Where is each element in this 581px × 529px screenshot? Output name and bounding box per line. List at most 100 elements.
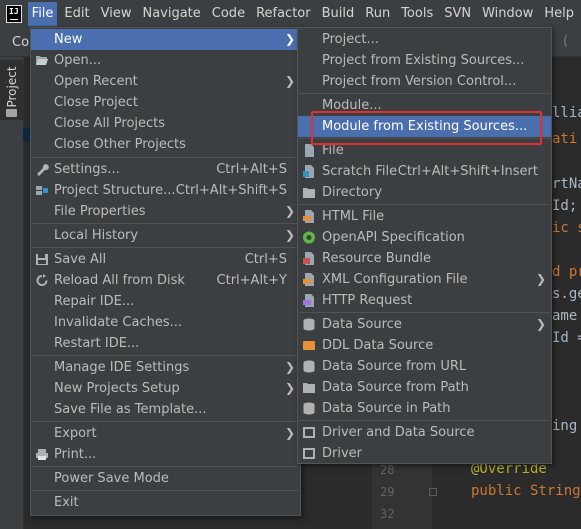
- menu-item-manage-ide-settings[interactable]: Manage IDE Settings ❯: [31, 357, 300, 378]
- menu-item-label: Driver: [322, 446, 363, 461]
- menu-item-close-other-projects[interactable]: Close Other Projects: [31, 134, 300, 155]
- submenu-arrow-icon: ❯: [535, 272, 546, 286]
- code-fragment: Id;: [552, 198, 578, 214]
- menu-item-label: Restart IDE...: [54, 336, 140, 351]
- highlight-box: [311, 111, 542, 145]
- line-number: 32: [380, 507, 395, 521]
- menu-file[interactable]: File: [27, 2, 58, 26]
- shortcut-label: Ctrl+Alt+Shift+Insert: [397, 164, 538, 179]
- menu-item-new[interactable]: New ❯: [31, 29, 300, 50]
- menu-item-close-all-projects[interactable]: Close All Projects: [31, 113, 300, 134]
- menu-separator: [32, 157, 299, 158]
- breadcrumb[interactable]: Co: [12, 35, 29, 50]
- shortcut-label: Ctrl+Alt+Y: [216, 273, 287, 288]
- menu-item-label: Driver and Data Source: [322, 425, 475, 440]
- menu-item-project-structure[interactable]: Project Structure... Ctrl+Alt+Shift+S: [31, 180, 300, 201]
- menu-item-data-source-url[interactable]: Data Source from URL: [298, 356, 551, 377]
- menu-run[interactable]: Run: [361, 2, 394, 26]
- menu-item-save-all[interactable]: Save All Ctrl+S: [31, 249, 300, 270]
- menu-item-save-file-as-template[interactable]: Save File as Template...: [31, 399, 300, 420]
- menu-item-project-from-vcs[interactable]: Project from Version Control...: [298, 71, 551, 92]
- menu-item-data-source[interactable]: Data Source ❯: [298, 314, 551, 335]
- menu-item-close-project[interactable]: Close Project: [31, 92, 300, 113]
- menu-window[interactable]: Window: [478, 2, 537, 26]
- menu-build[interactable]: Build: [318, 2, 359, 26]
- menu-item-data-source-in-path[interactable]: Data Source in Path: [298, 398, 551, 419]
- code-fragment: d pr: [552, 264, 581, 280]
- menu-item-invalidate-caches[interactable]: Invalidate Caches...: [31, 312, 300, 333]
- menu-item-label: Resource Bundle: [322, 251, 432, 266]
- menu-item-new-project[interactable]: Project...: [298, 29, 551, 50]
- menu-item-ddl-data-source[interactable]: DDL Data Source: [298, 335, 551, 356]
- menu-item-label: XML Configuration File: [322, 272, 468, 287]
- menu-item-xml-config-file[interactable]: XML Configuration File ❯: [298, 269, 551, 290]
- menu-separator: [299, 420, 550, 421]
- menu-item-power-save-mode[interactable]: Power Save Mode: [31, 468, 300, 489]
- line-number: 29: [380, 485, 395, 499]
- menu-item-print[interactable]: Print...: [31, 444, 300, 465]
- menu-item-label: New: [54, 32, 83, 47]
- folder-open-icon: [36, 56, 48, 65]
- ddl-icon: [303, 341, 315, 350]
- code-fragment: rtNa: [552, 176, 581, 192]
- menu-item-local-history[interactable]: Local History ❯: [31, 225, 300, 246]
- menu-code[interactable]: Code: [208, 2, 249, 26]
- menu-item-repair-ide[interactable]: Repair IDE...: [31, 291, 300, 312]
- menu-item-label: File Properties: [54, 204, 146, 219]
- menu-item-reload-all[interactable]: Reload All from Disk Ctrl+Alt+Y: [31, 270, 300, 291]
- menu-item-new-projects-setup[interactable]: New Projects Setup ❯: [31, 378, 300, 399]
- menu-item-directory[interactable]: Directory: [298, 182, 551, 203]
- submenu-arrow-icon: ❯: [284, 204, 295, 218]
- code-fragment: ame: [552, 308, 578, 324]
- submenu-arrow-icon: ❯: [535, 317, 546, 331]
- menu-refactor[interactable]: Refactor: [252, 2, 315, 26]
- fold-icon[interactable]: [429, 488, 437, 496]
- menu-item-driver-and-data-source[interactable]: Driver and Data Source: [298, 422, 551, 443]
- refresh-icon: [36, 274, 48, 286]
- code-fragment: ic s: [552, 220, 581, 236]
- menu-item-label: OpenAPI Specification: [322, 230, 465, 245]
- submenu-arrow-icon: ❯: [284, 32, 295, 46]
- menu-item-label: Scratch File: [322, 164, 398, 179]
- submenu-arrow-icon: ❯: [284, 228, 295, 242]
- menu-svn[interactable]: SVN: [440, 2, 475, 26]
- code-fragment: ati: [552, 131, 578, 147]
- menu-item-scratch-file[interactable]: Scratch File Ctrl+Alt+Shift+Insert: [298, 161, 551, 182]
- menu-separator: [299, 312, 550, 313]
- menu-item-exit[interactable]: Exit: [31, 492, 300, 513]
- menu-item-label: New Projects Setup: [54, 381, 180, 396]
- submenu-arrow-icon: ❯: [284, 74, 295, 88]
- menu-item-label: Data Source from Path: [322, 380, 469, 395]
- project-structure-icon: [36, 186, 48, 195]
- menu-item-project-from-existing[interactable]: Project from Existing Sources...: [298, 50, 551, 71]
- openapi-icon: [303, 231, 315, 244]
- menu-item-file-properties[interactable]: File Properties ❯: [31, 201, 300, 222]
- shortcut-label: Ctrl+Alt+Shift+S: [175, 183, 287, 198]
- menu-item-open[interactable]: Open...: [31, 50, 300, 71]
- menu-item-resource-bundle[interactable]: Resource Bundle: [298, 248, 551, 269]
- menu-item-settings[interactable]: Settings... Ctrl+Alt+S: [31, 159, 300, 180]
- menu-separator: [299, 204, 550, 205]
- menu-item-export[interactable]: Export ❯: [31, 423, 300, 444]
- menu-help[interactable]: Help: [540, 2, 578, 26]
- menu-item-data-source-path[interactable]: Data Source from Path: [298, 377, 551, 398]
- menu-item-openapi-spec[interactable]: OpenAPI Specification: [298, 227, 551, 248]
- menu-item-http-request[interactable]: HTTP Request: [298, 290, 551, 311]
- menu-item-label: Project from Existing Sources...: [322, 53, 525, 68]
- submenu-arrow-icon: ❯: [284, 426, 295, 440]
- menu-item-label: Local History: [54, 228, 139, 243]
- menu-item-label: Exit: [54, 495, 79, 510]
- menu-navigate[interactable]: Navigate: [138, 2, 204, 26]
- folder-icon: [303, 188, 315, 198]
- menu-item-label: Directory: [322, 185, 382, 200]
- menu-edit[interactable]: Edit: [60, 2, 93, 26]
- menu-item-label: Manage IDE Settings: [54, 360, 190, 375]
- menu-item-restart-ide[interactable]: Restart IDE...: [31, 333, 300, 354]
- database-url-icon: [303, 360, 315, 373]
- menu-item-open-recent[interactable]: Open Recent ❯: [31, 71, 300, 92]
- menu-view[interactable]: View: [97, 2, 136, 26]
- menu-item-driver[interactable]: Driver: [298, 443, 551, 464]
- menu-item-html-file[interactable]: HTML File: [298, 206, 551, 227]
- menu-tools[interactable]: Tools: [397, 2, 437, 26]
- menu-item-label: Settings...: [54, 162, 120, 177]
